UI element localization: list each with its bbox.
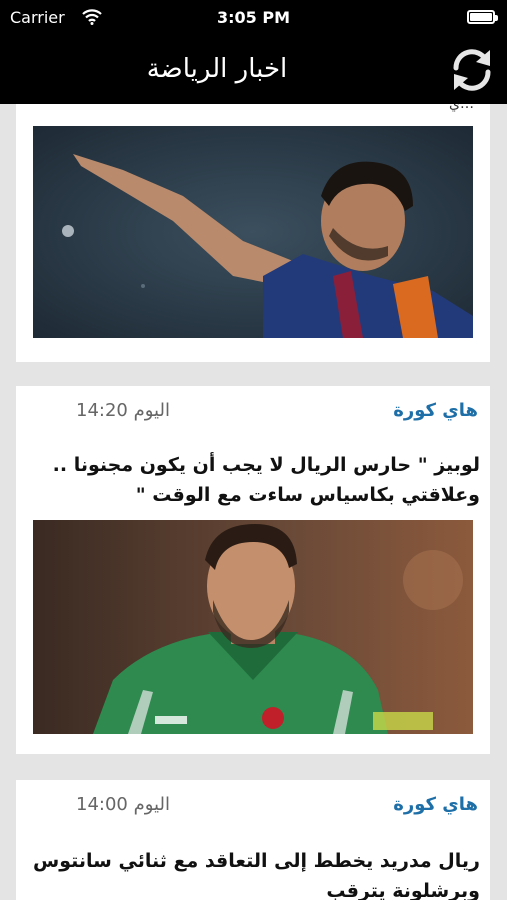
- timestamp: اليوم 14:00: [76, 794, 170, 815]
- headline[interactable]: لوبيز " حارس الريال لا يجب أن يكون مجنون…: [30, 450, 480, 510]
- source-link[interactable]: هاي كورة: [393, 794, 478, 815]
- news-image[interactable]: [33, 520, 473, 734]
- news-card[interactable]: …ي: [16, 104, 490, 362]
- headline[interactable]: ريال مدريد يخطط إلى التعاقد مع ثنائي سان…: [30, 846, 480, 900]
- timestamp: اليوم 14:20: [76, 400, 170, 421]
- news-card[interactable]: هاي كورة اليوم 14:00 ريال مدريد يخطط إلى…: [16, 780, 490, 900]
- clock: 3:05 PM: [216, 8, 290, 27]
- news-feed[interactable]: …ي هاي كورة اليوم 14:20 لوبيز " حارس الر…: [0, 104, 507, 900]
- partial-headline: …ي: [449, 104, 474, 112]
- battery-icon: [467, 10, 498, 24]
- source-link[interactable]: هاي كورة: [393, 400, 478, 421]
- news-image[interactable]: [33, 126, 473, 338]
- news-card[interactable]: هاي كورة اليوم 14:20 لوبيز " حارس الريال…: [16, 386, 490, 754]
- nav-bar: اخبار الرياضة: [0, 36, 507, 104]
- status-bar: Carrier 3:05 PM: [0, 0, 507, 36]
- page-title: اخبار الرياضة: [146, 54, 288, 84]
- refresh-icon[interactable]: [446, 44, 498, 96]
